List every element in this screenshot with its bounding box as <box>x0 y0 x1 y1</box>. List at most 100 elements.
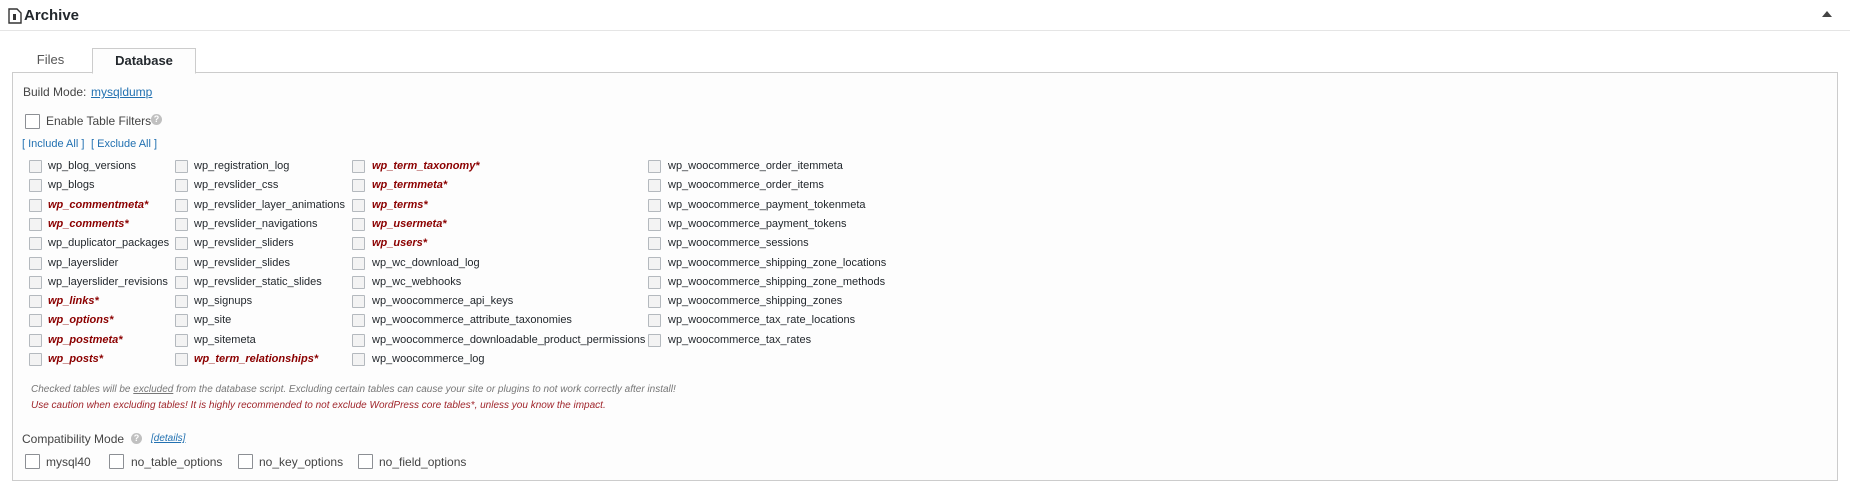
table-name: wp_revslider_slides <box>194 257 290 269</box>
include-all-link[interactable]: [ Include All ] <box>22 138 84 150</box>
table-checkbox[interactable] <box>175 199 188 212</box>
table-checkbox[interactable] <box>29 237 42 250</box>
build-mode-value-link[interactable]: mysqldump <box>91 85 152 99</box>
table-name: wp_usermeta* <box>372 218 447 230</box>
table-checkbox[interactable] <box>352 314 365 327</box>
table-name: wp_site <box>194 314 232 326</box>
table-name: wp_termmeta* <box>372 179 448 191</box>
table-checkbox[interactable] <box>175 218 188 231</box>
table-name: wp_woocommerce_shipping_zone_methods <box>668 276 886 288</box>
table-checkbox[interactable] <box>648 314 661 327</box>
table-checkbox[interactable] <box>29 218 42 231</box>
excluded-note-part: from the database script. Excluding cert… <box>173 384 676 395</box>
table-checkbox[interactable] <box>352 257 365 270</box>
table-checkbox[interactable] <box>175 160 188 173</box>
table-checkbox[interactable] <box>352 276 365 289</box>
table-checkbox[interactable] <box>352 334 365 347</box>
table-name: wp_blog_versions <box>48 160 137 172</box>
table-name: wp_options* <box>48 314 114 326</box>
no-table-options-checkbox[interactable] <box>109 454 124 469</box>
table-name: wp_term_relationships* <box>194 353 319 365</box>
table-checkbox[interactable] <box>352 237 365 250</box>
table-name: wp_commentmeta* <box>48 199 149 211</box>
no-key-options-label: no_key_options <box>259 455 344 469</box>
table-name: wp_users* <box>372 237 428 249</box>
table-name: wp_woocommerce_attribute_taxonomies <box>372 314 572 326</box>
table-checkbox[interactable] <box>352 295 365 308</box>
archive-header[interactable]: Archive <box>0 0 1850 31</box>
table-checkbox[interactable] <box>29 295 42 308</box>
table-checkbox[interactable] <box>175 276 188 289</box>
table-name: wp_woocommerce_shipping_zones <box>668 295 843 307</box>
table-checkbox[interactable] <box>352 199 365 212</box>
no-key-options-checkbox[interactable] <box>238 454 253 469</box>
table-name: wp_signups <box>194 295 253 307</box>
table-checkbox[interactable] <box>648 199 661 212</box>
table-name: wp_revslider_static_slides <box>194 276 322 288</box>
table-checkbox[interactable] <box>352 179 365 192</box>
table-checkbox[interactable] <box>648 276 661 289</box>
table-checkbox[interactable] <box>29 276 42 289</box>
no-field-options-checkbox[interactable] <box>358 454 373 469</box>
tab-files[interactable]: Files <box>12 48 89 72</box>
table-checkbox[interactable] <box>29 179 42 192</box>
help-icon[interactable]: ? <box>151 114 162 125</box>
table-name: wp_posts* <box>48 353 104 365</box>
table-checkbox[interactable] <box>175 237 188 250</box>
table-checkbox[interactable] <box>29 257 42 270</box>
mysql40-label: mysql40 <box>46 455 91 469</box>
details-link[interactable]: [details] <box>151 433 185 444</box>
table-checkbox[interactable] <box>648 179 661 192</box>
table-checkbox[interactable] <box>29 160 42 173</box>
help-icon[interactable]: ? <box>131 433 142 444</box>
no-field-options-label: no_field_options <box>379 455 467 469</box>
table-name: wp_blogs <box>48 179 95 191</box>
table-name: wp_woocommerce_sessions <box>668 237 809 249</box>
exclude-all-link[interactable]: [ Exclude All ] <box>91 138 157 150</box>
caution-note: Use caution when excluding tables! It is… <box>31 400 606 411</box>
table-checkbox[interactable] <box>352 353 365 366</box>
table-name: wp_term_taxonomy* <box>372 160 480 172</box>
table-name: wp_woocommerce_order_itemmeta <box>668 160 843 172</box>
table-checkbox[interactable] <box>175 295 188 308</box>
table-checkbox[interactable] <box>175 353 188 366</box>
excluded-note-emph: excluded <box>133 384 174 395</box>
table-checkbox[interactable] <box>648 295 661 308</box>
enable-table-filters-label: Enable Table Filters <box>46 114 152 128</box>
table-checkbox[interactable] <box>29 199 42 212</box>
table-checkbox[interactable] <box>29 334 42 347</box>
table-checkbox[interactable] <box>648 257 661 270</box>
table-name: wp_wc_download_log <box>372 257 480 269</box>
table-name: wp_registration_log <box>194 160 290 172</box>
table-checkbox[interactable] <box>648 334 661 347</box>
table-name: wp_revslider_sliders <box>194 237 294 249</box>
table-name: wp_woocommerce_tax_rates <box>668 334 812 346</box>
table-name: wp_woocommerce_payment_tokenmeta <box>668 199 866 211</box>
table-name: wp_woocommerce_payment_tokens <box>668 218 847 230</box>
tab-database[interactable]: Database <box>92 48 196 74</box>
table-checkbox[interactable] <box>29 314 42 327</box>
table-checkbox[interactable] <box>29 353 42 366</box>
table-checkbox[interactable] <box>175 257 188 270</box>
table-name: wp_layerslider_revisions <box>48 276 168 288</box>
enable-table-filters-checkbox[interactable] <box>25 114 40 129</box>
table-checkbox[interactable] <box>648 160 661 173</box>
table-checkbox[interactable] <box>648 218 661 231</box>
table-name: wp_woocommerce_order_items <box>668 179 824 191</box>
table-name: wp_wc_webhooks <box>372 276 462 288</box>
collapse-arrow-icon[interactable] <box>1822 11 1832 17</box>
excluded-note: Checked tables will be excluded from the… <box>31 384 676 395</box>
table-checkbox[interactable] <box>175 314 188 327</box>
table-name: wp_revslider_css <box>194 179 279 191</box>
table-name: wp_duplicator_packages <box>48 237 170 249</box>
compatibility-mode-label: Compatibility Mode <box>22 432 125 446</box>
table-checkbox[interactable] <box>175 179 188 192</box>
table-name: wp_sitemeta <box>194 334 256 346</box>
mysql40-checkbox[interactable] <box>25 454 40 469</box>
table-checkbox[interactable] <box>175 334 188 347</box>
table-checkbox[interactable] <box>352 160 365 173</box>
table-checkbox[interactable] <box>648 237 661 250</box>
excluded-note-part: Checked tables will be <box>31 384 134 395</box>
table-name: wp_woocommerce_log <box>372 353 485 365</box>
table-checkbox[interactable] <box>352 218 365 231</box>
